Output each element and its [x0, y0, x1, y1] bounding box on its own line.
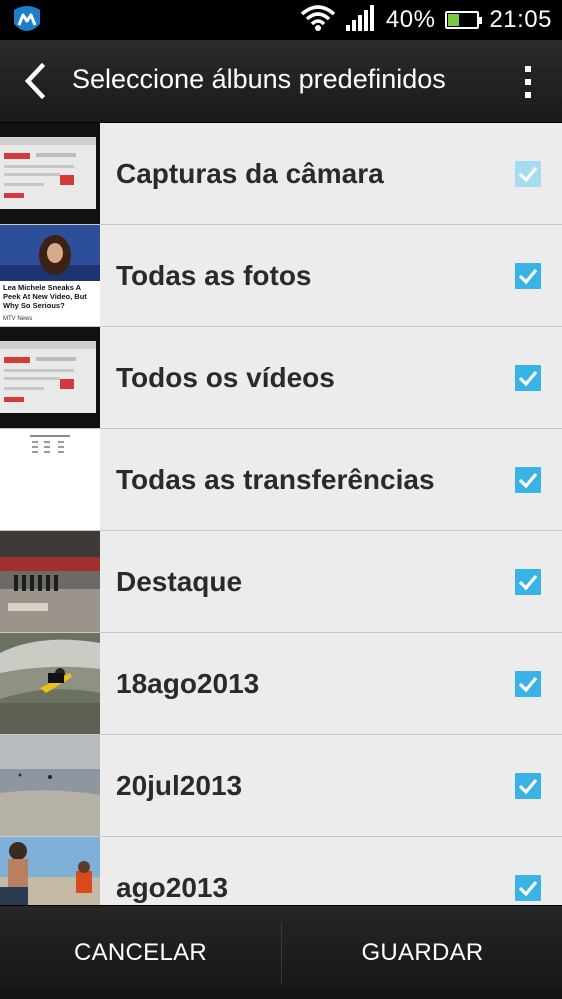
- album-thumbnail: [0, 429, 100, 530]
- album-row[interactable]: Todas as transferências: [0, 429, 562, 531]
- album-checkbox[interactable]: [515, 365, 541, 391]
- overflow-menu-button[interactable]: [518, 62, 538, 102]
- checkmark-icon: [518, 472, 538, 489]
- checkmark-icon: [518, 778, 538, 795]
- album-thumbnail: [0, 837, 100, 905]
- album-label: Capturas da câmara: [116, 158, 384, 189]
- thumb-caption: Lea Michele Sneaks A Peek At New Video, …: [3, 283, 87, 310]
- album-thumbnail: [0, 327, 100, 428]
- checkmark-icon: [518, 268, 538, 285]
- album-thumbnail: [0, 633, 100, 734]
- wifi-icon: [300, 4, 336, 37]
- album-checkbox[interactable]: [515, 671, 541, 697]
- back-button[interactable]: [18, 60, 58, 102]
- album-label: 18ago2013: [116, 668, 260, 699]
- album-thumbnail: [0, 735, 100, 836]
- page-title: Seleccione álbuns predefinidos: [72, 64, 446, 94]
- battery-icon: [445, 11, 483, 29]
- album-label: 20jul2013: [116, 770, 243, 801]
- album-checkbox[interactable]: [515, 467, 541, 493]
- bottom-button-bar: CANCELAR GUARDAR: [0, 905, 562, 999]
- checkmark-icon: [518, 676, 538, 693]
- action-bar: Seleccione álbuns predefinidos: [0, 40, 562, 123]
- album-row[interactable]: Lea Michele Sneaks A Peek At New Video, …: [0, 225, 562, 327]
- album-row[interactable]: Destaque: [0, 531, 562, 633]
- checkmark-icon: [518, 574, 538, 591]
- album-checkbox[interactable]: [515, 773, 541, 799]
- album-label: Todos os vídeos: [116, 362, 335, 393]
- save-button[interactable]: GUARDAR: [282, 906, 562, 999]
- album-label: Todas as transferências: [116, 464, 435, 495]
- album-label: Destaque: [116, 566, 243, 597]
- album-row[interactable]: Capturas da câmara: [0, 123, 562, 225]
- checkmark-icon: [518, 370, 538, 387]
- checkmark-icon: [518, 166, 538, 183]
- album-row[interactable]: 18ago2013: [0, 633, 562, 735]
- checkmark-icon: [518, 880, 538, 897]
- album-row[interactable]: ago2013: [0, 837, 562, 905]
- album-label: Todas as fotos: [116, 260, 312, 291]
- album-checkbox: [515, 161, 541, 187]
- album-label: ago2013: [116, 872, 229, 903]
- thumb-brand: MTV News: [3, 316, 33, 322]
- album-thumbnail: [0, 531, 100, 632]
- album-thumbnail: Lea Michele Sneaks A Peek At New Video, …: [0, 225, 100, 326]
- album-checkbox[interactable]: [515, 875, 541, 901]
- album-checkbox[interactable]: [515, 263, 541, 289]
- album-list: Capturas da câmara Lea Michele Sneaks A …: [0, 123, 562, 905]
- chevron-left-icon: [24, 62, 46, 100]
- album-row[interactable]: 20jul2013: [0, 735, 562, 837]
- album-row[interactable]: Todos os vídeos: [0, 327, 562, 429]
- app-notification-icon: [10, 4, 44, 36]
- status-bar: 40% 21:05: [0, 0, 562, 40]
- album-thumbnail: [0, 123, 100, 224]
- album-checkbox[interactable]: [515, 569, 541, 595]
- signal-icon: [345, 4, 376, 36]
- battery-percent: 40%: [385, 6, 436, 33]
- clock: 21:05: [489, 6, 552, 33]
- cancel-button[interactable]: CANCELAR: [0, 906, 281, 999]
